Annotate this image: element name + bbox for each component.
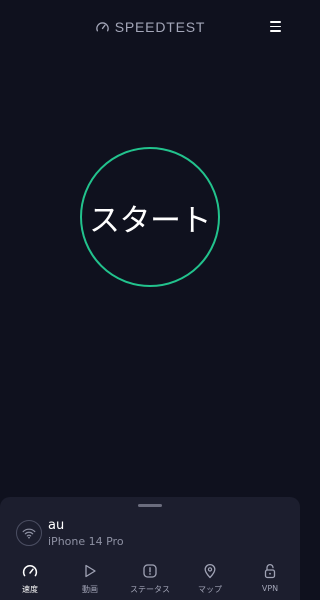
tab-map-label: マップ bbox=[198, 585, 222, 594]
tab-status[interactable]: ステータス bbox=[120, 556, 180, 600]
start-button[interactable]: スタート bbox=[80, 147, 220, 287]
provider-name: au bbox=[48, 517, 65, 533]
lock-icon bbox=[264, 564, 276, 579]
map-pin-icon bbox=[204, 564, 216, 579]
speedometer-icon bbox=[22, 565, 38, 577]
alert-icon bbox=[143, 564, 157, 578]
start-label: スタート bbox=[89, 202, 212, 239]
tab-speed[interactable]: 速度 bbox=[0, 556, 60, 600]
play-icon bbox=[85, 564, 96, 578]
speedometer-icon bbox=[96, 21, 109, 31]
tab-vpn[interactable]: VPN bbox=[240, 556, 300, 600]
speedtest-screen: SPEEDTEST スタート au iPhone 14 Pro 速度 動画 ステ… bbox=[0, 0, 300, 600]
connection-info[interactable]: au iPhone 14 Pro bbox=[16, 516, 286, 550]
connection-text: au iPhone 14 Pro bbox=[48, 518, 124, 549]
brand-name: SPEEDTEST bbox=[114, 19, 206, 35]
device-name: iPhone 14 Pro bbox=[48, 534, 124, 548]
menu-button[interactable] bbox=[268, 18, 284, 34]
hamburger-menu-icon-line-bottom bbox=[270, 30, 281, 32]
app-header: SPEEDTEST bbox=[0, 0, 300, 56]
brand-logo: SPEEDTEST bbox=[0, 19, 300, 35]
tab-video[interactable]: 動画 bbox=[60, 556, 120, 600]
tab-status-label: ステータス bbox=[130, 585, 170, 594]
hamburger-menu-icon-line-middle bbox=[270, 25, 281, 28]
tab-bar: 速度 動画 ステータス マップ VPN bbox=[0, 556, 300, 600]
sheet-drag-handle[interactable] bbox=[138, 504, 162, 507]
tab-video-label: 動画 bbox=[82, 585, 98, 594]
tab-map[interactable]: マップ bbox=[180, 556, 240, 600]
hamburger-menu-icon-line-top bbox=[270, 21, 281, 23]
wifi-icon bbox=[16, 520, 42, 546]
tab-vpn-label: VPN bbox=[261, 584, 279, 593]
tab-speed-label: 速度 bbox=[22, 585, 38, 594]
